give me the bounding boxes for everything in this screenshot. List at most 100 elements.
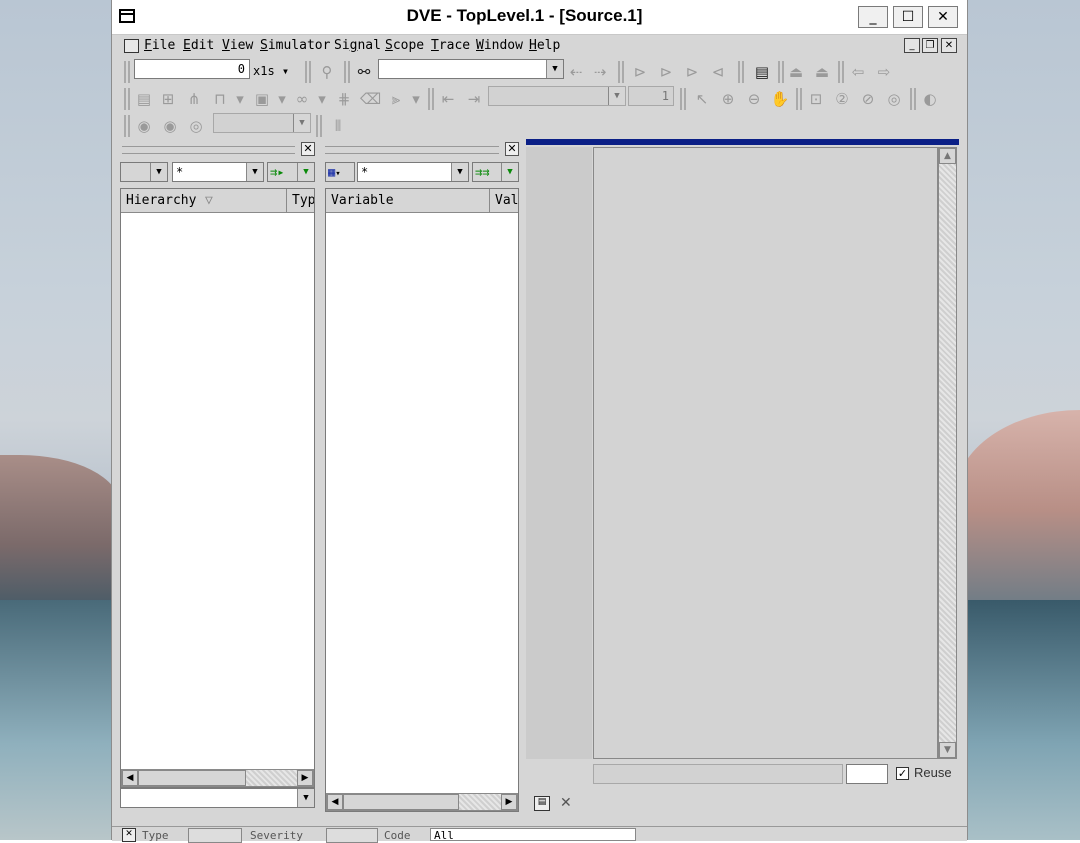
chevron-down-icon[interactable]: ▾ (230, 89, 250, 109)
signal-filter-button[interactable]: ⇉▸ ▼ (267, 162, 315, 182)
reuse-checkbox[interactable]: ✓ (896, 767, 909, 780)
chevron-down-icon[interactable]: ▼ (297, 163, 314, 181)
scope-type-select[interactable]: ▼ (120, 162, 168, 182)
minimize-button[interactable]: _ (858, 6, 888, 28)
close-button[interactable]: ✕ (928, 6, 958, 28)
columns-icon[interactable]: ⦀ (328, 116, 348, 136)
type-select[interactable] (188, 828, 242, 843)
toolbar-grip[interactable] (618, 61, 624, 83)
scrollbar-thumb[interactable] (343, 794, 459, 810)
column-header-variable[interactable]: Variable (326, 189, 490, 213)
step-back-icon[interactable]: ⇤ (438, 89, 458, 109)
zoom-full-icon[interactable]: ② (832, 89, 852, 109)
menu-edit[interactable]: Edit (183, 38, 214, 53)
zoom-cursor-icon[interactable]: ◐ (920, 89, 940, 109)
forward-arrow-icon[interactable]: ⇨ (874, 62, 894, 82)
source-line-input[interactable] (846, 764, 888, 784)
scroll-up-icon[interactable]: ▲ (939, 148, 956, 164)
column-header-hierarchy[interactable]: Hierarchy ▽ (121, 189, 287, 213)
wave-icon[interactable]: ⊓ (210, 89, 230, 109)
toolbar-grip[interactable] (778, 61, 784, 83)
marker-select[interactable]: ▼ (213, 113, 311, 133)
toolbar-grip[interactable] (316, 115, 322, 137)
back-arrow-icon[interactable]: ⇦ (848, 62, 868, 82)
vertical-scrollbar[interactable]: ▲ ▼ (938, 147, 957, 759)
or-gate-icon[interactable]: ⊳ (656, 62, 676, 82)
next-marker-icon[interactable]: ◉ (160, 116, 180, 136)
menu-scope[interactable]: Scope (385, 38, 424, 53)
menu-file[interactable]: File (144, 38, 175, 53)
move-up-icon[interactable]: ⏏ (786, 62, 806, 82)
chevron-down-icon[interactable]: ▾ (272, 89, 292, 109)
chevron-down-icon[interactable]: ▾ (312, 89, 332, 109)
sim-time-input[interactable]: 0 (134, 59, 250, 79)
close-icon[interactable]: ✕ (505, 142, 519, 156)
scroll-right-icon[interactable]: ▶ (297, 770, 313, 786)
step-count-input[interactable]: 1 (628, 86, 674, 106)
close-icon[interactable]: ✕ (301, 142, 315, 156)
toolbar-grip[interactable] (124, 115, 130, 137)
severity-select[interactable] (326, 828, 378, 843)
binoculars-icon[interactable]: ⚯ (354, 62, 374, 82)
and-gate-icon[interactable]: ⊳ (630, 62, 650, 82)
step-forward-icon[interactable]: ⇥ (464, 89, 484, 109)
bus-icon[interactable]: ⫸ (386, 89, 406, 109)
hierarchy-list[interactable]: Hierarchy▽ Type ◀ ▶ (120, 188, 315, 788)
signal-tree-icon[interactable]: ⋕ (334, 89, 354, 109)
variable-type-select[interactable]: ▦▾ (325, 162, 355, 182)
tab-close-icon[interactable]: ✕ (560, 795, 572, 811)
toolbar-grip[interactable] (910, 88, 916, 110)
find-prev-icon[interactable]: ⇠ (566, 62, 586, 82)
chevron-down-icon[interactable]: ▼ (546, 60, 563, 78)
toolbar-grip[interactable] (344, 61, 350, 83)
scroll-down-icon[interactable]: ▼ (939, 742, 956, 758)
toolbar-grip[interactable] (680, 88, 686, 110)
chevron-down-icon[interactable]: ▼ (501, 163, 518, 181)
find-input[interactable]: ▼ (378, 59, 564, 79)
panel-drag-handle[interactable]: ✕ (118, 142, 317, 156)
toolbar-grip[interactable] (428, 88, 434, 110)
column-header-type[interactable]: Type (287, 189, 314, 213)
zoom-in-icon[interactable]: ⊕ (718, 89, 738, 109)
toolbar-grip[interactable] (838, 61, 844, 83)
zoom-area-icon[interactable]: ◎ (884, 89, 904, 109)
horizontal-scrollbar[interactable]: ◀ ▶ (326, 793, 518, 811)
menu-help[interactable]: Help (529, 38, 560, 53)
chevron-down-icon[interactable]: ▼ (246, 163, 263, 181)
chevron-down-icon[interactable]: ▼ (150, 163, 167, 181)
data-filter-input[interactable]: * ▼ (357, 162, 469, 182)
not-gate-icon[interactable]: ⊲ (708, 62, 728, 82)
mdi-restore-button[interactable]: ❐ (922, 38, 938, 53)
document-menu-icon[interactable] (124, 39, 139, 53)
chevron-down-icon[interactable]: ▼ (297, 789, 314, 807)
zoom-out-icon[interactable]: ⊖ (744, 89, 764, 109)
toolbar-grip[interactable] (796, 88, 802, 110)
source-icon[interactable]: ▤ (134, 89, 154, 109)
mdi-close-button[interactable]: ✕ (941, 38, 957, 53)
path-schematic-icon[interactable]: ⋔ (184, 89, 204, 109)
run-to-icon[interactable]: ⚲ (317, 62, 337, 82)
marker-list-icon[interactable]: ◎ (186, 116, 206, 136)
glasses-icon[interactable]: ∞ (292, 89, 312, 109)
time-unit-select[interactable]: x1s ▾ (253, 64, 289, 78)
chevron-down-icon[interactable]: ▾ (406, 89, 426, 109)
chevron-down-icon[interactable]: ▼ (293, 114, 310, 132)
menu-simulator[interactable]: Simulator (260, 38, 330, 53)
find-next-icon[interactable]: ⇢ (590, 62, 610, 82)
toolbar-grip[interactable] (738, 61, 744, 83)
menu-signal[interactable]: Signal (334, 38, 381, 53)
hierarchy-bottom-select[interactable]: ▼ (120, 788, 315, 808)
toolbar-grip[interactable] (124, 61, 130, 83)
edge-type-select[interactable]: ▼ (488, 86, 626, 106)
menu-window[interactable]: Window (476, 38, 523, 53)
chevron-down-icon[interactable]: ▼ (608, 87, 625, 105)
hierarchy-filter-input[interactable]: * ▼ (172, 162, 264, 182)
schematic-icon[interactable]: ⊞ (158, 89, 178, 109)
mdi-minimize-button[interactable]: _ (904, 38, 920, 53)
toolbar-grip[interactable] (124, 88, 130, 110)
menu-view[interactable]: View (222, 38, 253, 53)
panel-drag-handle[interactable]: ✕ (321, 142, 521, 156)
maximize-button[interactable]: ☐ (893, 6, 923, 28)
zoom-half-icon[interactable]: ⊘ (858, 89, 878, 109)
xor-gate-icon[interactable]: ⊳ (682, 62, 702, 82)
